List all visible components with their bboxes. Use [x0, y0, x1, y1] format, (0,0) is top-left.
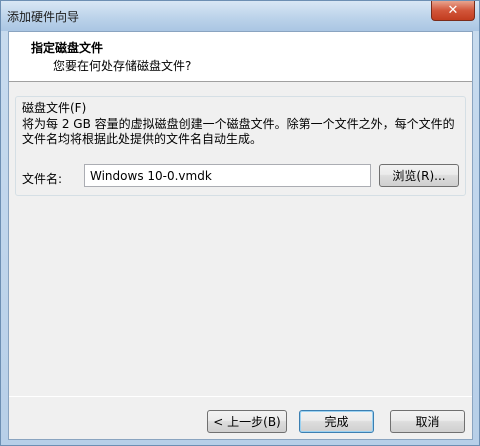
disk-file-group-label: 磁盘文件(F) — [20, 99, 89, 116]
wizard-window: 添加硬件向导 ✕ 指定磁盘文件 您要在何处存储磁盘文件? 磁盘文件(F) 将为每… — [0, 0, 480, 446]
close-button[interactable]: ✕ — [431, 1, 475, 21]
close-icon: ✕ — [447, 3, 459, 18]
page-subtitle: 您要在何处存储磁盘文件? — [53, 59, 192, 73]
page-title: 指定磁盘文件 — [31, 41, 104, 55]
back-button[interactable]: < 上一步(B) — [207, 410, 287, 433]
title-bar[interactable]: 添加硬件向导 ✕ — [1, 1, 479, 31]
footer-divider — [9, 396, 472, 397]
finish-button[interactable]: 完成 — [299, 410, 374, 433]
cancel-button[interactable]: 取消 — [390, 410, 465, 433]
wizard-body: 指定磁盘文件 您要在何处存储磁盘文件? 磁盘文件(F) 将为每 2 GB 容量的… — [8, 31, 473, 440]
browse-button[interactable]: 浏览(R)... — [379, 164, 459, 187]
window-title: 添加硬件向导 — [7, 10, 80, 24]
filename-input[interactable] — [84, 164, 371, 187]
disk-file-description: 将为每 2 GB 容量的虚拟磁盘创建一个磁盘文件。除第一个文件之外，每个文件的文… — [22, 117, 455, 146]
filename-label: 文件名: — [22, 172, 63, 186]
wizard-header: 指定磁盘文件 您要在何处存储磁盘文件? — [9, 32, 472, 82]
